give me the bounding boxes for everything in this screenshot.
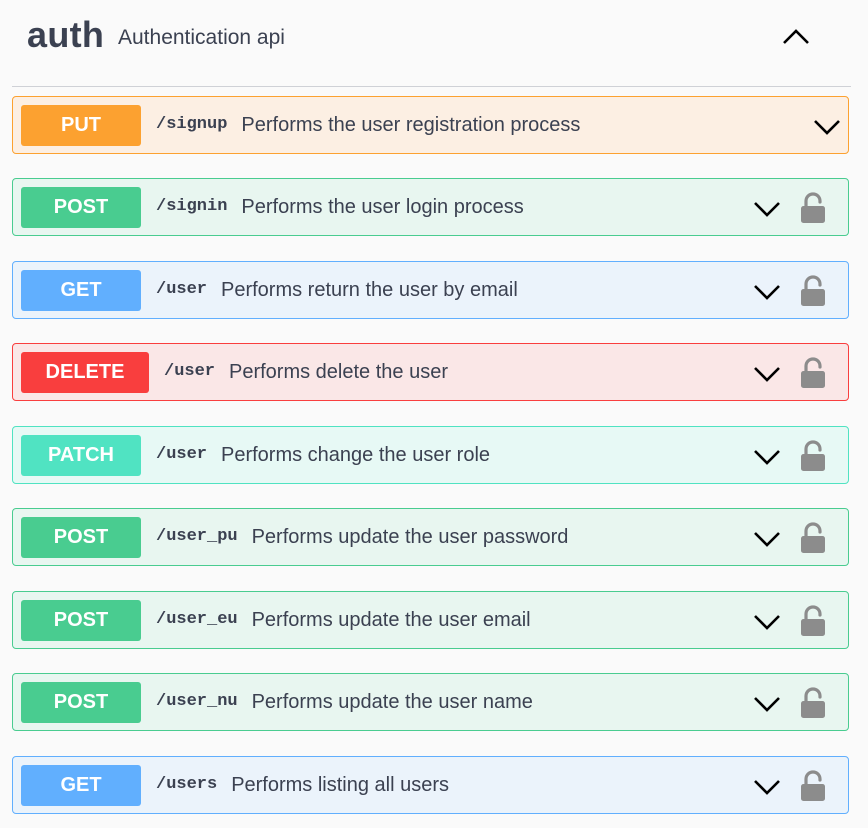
lock-icon[interactable] [800, 687, 826, 719]
chevron-down-icon[interactable] [813, 114, 841, 138]
chevron-down-icon[interactable] [753, 444, 781, 468]
chevron-down-icon[interactable] [753, 609, 781, 633]
method-badge: POST [21, 517, 141, 558]
operation-path: /user_eu [156, 610, 238, 629]
operation-path: /user [156, 445, 208, 464]
lock-icon[interactable] [800, 357, 826, 389]
operation-summary: Performs update the user name [251, 691, 533, 713]
chevron-down-icon[interactable] [753, 196, 781, 220]
chevron-up-icon[interactable] [781, 22, 811, 52]
operation-path: /user_pu [156, 527, 238, 546]
lock-icon[interactable] [800, 440, 826, 472]
tag-header[interactable]: auth Authentication api [12, 0, 851, 87]
operation-row[interactable]: DELETE/user Performs delete the user [12, 343, 849, 401]
operation-path: /user_nu [156, 692, 238, 711]
lock-icon[interactable] [800, 605, 826, 637]
operation-path: /signin [156, 197, 228, 216]
operation-summary: Performs listing all users [231, 774, 450, 796]
operation-path: /users [156, 775, 218, 794]
lock-icon[interactable] [800, 770, 826, 802]
lock-icon[interactable] [800, 275, 826, 307]
operation-summary: Performs update the user email [251, 609, 531, 631]
operation-summary: Performs the user registration process [241, 114, 581, 136]
chevron-down-icon[interactable] [753, 691, 781, 715]
operation-summary: Performs the user login process [241, 196, 524, 218]
chevron-down-icon[interactable] [753, 526, 781, 550]
operation-path: /user [164, 362, 216, 381]
operation-row[interactable]: POST/user_eu Performs update the user ema… [12, 591, 849, 649]
operation-summary: Performs update the user password [251, 526, 569, 548]
operation-row[interactable]: POST/user_pu Performs update the user pas… [12, 508, 849, 566]
operation-path: /user [156, 280, 208, 299]
operation-row[interactable]: PUT/signup Performs the user registration… [12, 96, 849, 154]
lock-icon[interactable] [800, 192, 826, 224]
lock-icon[interactable] [800, 522, 826, 554]
operation-row[interactable]: POST/signin Performs the user login proce… [12, 178, 849, 236]
operation-summary: Performs change the user role [221, 444, 491, 466]
method-badge: POST [21, 600, 141, 641]
chevron-down-icon[interactable] [753, 774, 781, 798]
method-badge: POST [21, 187, 141, 228]
operation-summary: Performs delete the user [229, 361, 448, 383]
operation-row[interactable]: PATCH/user Performs change the user role [12, 426, 849, 484]
chevron-down-icon[interactable] [753, 361, 781, 385]
operation-row[interactable]: GET/user Performs return the user by emai… [12, 261, 849, 319]
method-badge: PATCH [21, 435, 141, 476]
operation-row[interactable]: GET/users Performs listing all users [12, 756, 849, 814]
tag-name: auth [27, 14, 105, 55]
operation-summary: Performs return the user by email [221, 279, 518, 301]
method-badge: DELETE [21, 352, 149, 393]
method-badge: POST [21, 682, 141, 723]
chevron-down-icon[interactable] [753, 279, 781, 303]
operation-path: /signup [156, 115, 228, 134]
method-badge: PUT [21, 105, 141, 146]
method-badge: GET [21, 270, 141, 311]
operation-row[interactable]: POST/user_nu Performs update the user nam… [12, 673, 849, 731]
tag-description: Authentication api [118, 26, 285, 49]
method-badge: GET [21, 765, 141, 806]
